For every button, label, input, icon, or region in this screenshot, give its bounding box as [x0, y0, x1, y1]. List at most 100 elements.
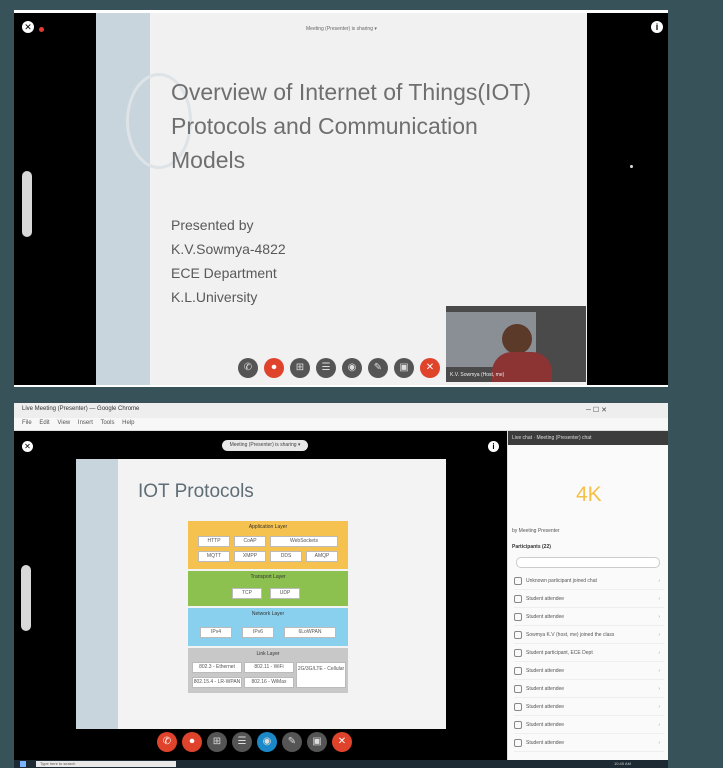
chevron-right-icon: › — [658, 722, 660, 728]
phone-icon[interactable]: ✆ — [238, 358, 258, 378]
person-head — [502, 324, 532, 354]
phone-icon[interactable]: ✆ — [157, 732, 177, 752]
list-item[interactable]: Unknown participant joined chat › — [514, 573, 664, 590]
presentation-screen: ✕ i Overview of Internet of Things(IOT) … — [14, 13, 668, 385]
user-icon — [514, 702, 522, 711]
application-layer: Application Layer HTTP CoAP WebSockets M… — [188, 521, 348, 569]
list-item-label: Student attendee — [526, 686, 565, 692]
screenshot-panel-top: ✕ i Overview of Internet of Things(IOT) … — [14, 10, 668, 387]
protocol-chip: 802.11 - WiFi — [244, 662, 294, 673]
user-icon — [514, 720, 522, 729]
slide-side-band — [76, 459, 118, 729]
chevron-right-icon: › — [658, 650, 660, 656]
list-item-label: Student attendee — [526, 596, 565, 602]
presenter-name: K.V.Sowmya-4822 — [171, 241, 286, 257]
end-call-icon[interactable]: ✕ — [332, 732, 352, 752]
list-item-label: Student attendee — [526, 740, 565, 746]
info-icon[interactable]: i — [651, 21, 663, 33]
menu-icon[interactable]: ☰ — [316, 358, 336, 378]
slide-title-line: Protocols and Communication — [171, 113, 478, 139]
chat-sidebar: Live chat · Meeting (Presenter) chat 4K … — [507, 431, 668, 760]
pen-icon[interactable]: ✎ — [368, 358, 388, 378]
link-layer: Link Layer 802.3 - Ethernet 802.11 - WiF… — [188, 648, 348, 693]
screen-icon[interactable]: ▣ — [307, 732, 327, 752]
list-item[interactable]: Student attendee › — [514, 735, 664, 752]
protocol-chip: DDS — [270, 551, 302, 562]
windows-start-icon[interactable] — [20, 761, 26, 767]
list-item[interactable]: Student attendee › — [514, 591, 664, 608]
chevron-right-icon: › — [658, 740, 660, 746]
protocol-chip: MQTT — [198, 551, 230, 562]
chevron-right-icon: › — [658, 668, 660, 674]
slide: IOT Protocols Application Layer HTTP CoA… — [76, 459, 446, 729]
chevron-right-icon: › — [658, 632, 660, 638]
grid-icon[interactable]: ⊞ — [207, 732, 227, 752]
menu-icon[interactable]: ☰ — [232, 732, 252, 752]
slide-title: IOT Protocols — [138, 481, 254, 502]
camera-icon[interactable]: ◉ — [342, 358, 362, 378]
taskbar-search-input[interactable]: Type here to search — [36, 761, 176, 767]
close-icon[interactable]: ✕ — [22, 21, 34, 33]
protocol-chip: CoAP — [234, 536, 266, 547]
protocol-chip: HTTP — [198, 536, 230, 547]
list-item[interactable]: Student attendee › — [514, 717, 664, 734]
participant-search-input[interactable] — [516, 557, 660, 568]
list-item[interactable]: Student attendee › — [514, 681, 664, 698]
info-icon[interactable]: i — [488, 441, 499, 452]
user-icon — [514, 594, 522, 603]
presenter-video-tile[interactable]: K.V. Sowmya (Host, me) — [446, 306, 586, 382]
record-icon[interactable]: ⏺ — [264, 358, 284, 378]
quality-badge: 4K — [576, 483, 602, 506]
system-clock: 10:45 AM — [614, 761, 631, 766]
chevron-right-icon: › — [658, 578, 660, 584]
window-controls[interactable]: ─ ☐ ✕ — [586, 406, 607, 414]
protocol-chip: 6LoWPAN — [284, 627, 336, 638]
chevron-right-icon: › — [658, 686, 660, 692]
record-icon[interactable]: ⏺ — [182, 732, 202, 752]
menu-items[interactable]: File Edit View Insert Tools Help — [22, 420, 134, 426]
list-item[interactable]: Student attendee › — [514, 609, 664, 626]
chevron-right-icon: › — [658, 596, 660, 602]
list-item-label: Sowmya K.V (host, me) joined the class — [526, 632, 615, 638]
network-layer: Network Layer IPv4 IPv6 6LoWPAN — [188, 608, 348, 646]
transport-layer: Transport Layer TCP UDP — [188, 571, 348, 606]
menu-bar: File Edit View Insert Tools Help — [14, 418, 668, 431]
slide-title: Overview of Internet of Things(IOT) Prot… — [171, 75, 571, 177]
protocol-stack-diagram: Application Layer HTTP CoAP WebSockets M… — [188, 521, 348, 693]
screen-icon[interactable]: ▣ — [394, 358, 414, 378]
slide-title-line: Overview of Internet of Things(IOT) — [171, 79, 532, 105]
list-item-label: Student attendee — [526, 668, 565, 674]
recording-indicator-icon — [39, 27, 44, 32]
list-item-label: Student participant, ECE Dept — [526, 650, 593, 656]
university: K.L.University — [171, 289, 258, 305]
window-title: Live Meeting (Presenter) — Google Chrome — [22, 406, 140, 412]
camera-icon[interactable]: ◉ — [257, 732, 277, 752]
presentation-screen: ✕ Meeting (Presenter) is sharing ▾ i IOT… — [14, 431, 507, 760]
pen-icon[interactable]: ✎ — [282, 732, 302, 752]
layer-label: Link Layer — [256, 651, 280, 657]
list-item[interactable]: Student participant, ECE Dept › — [514, 645, 664, 662]
list-item[interactable]: Student attendee › — [514, 699, 664, 716]
list-item[interactable]: Student attendee › — [514, 663, 664, 680]
chevron-right-icon: › — [658, 704, 660, 710]
grid-icon[interactable]: ⊞ — [290, 358, 310, 378]
video-label: K.V. Sowmya (Host, me) — [450, 372, 505, 378]
side-toolbar[interactable] — [22, 171, 32, 237]
list-item-label: Student attendee — [526, 614, 565, 620]
list-item[interactable]: Sowmya K.V (host, me) joined the class › — [514, 627, 664, 644]
list-item-label: Student attendee — [526, 722, 565, 728]
close-icon[interactable]: ✕ — [22, 441, 33, 452]
protocol-chip: AMQP — [306, 551, 338, 562]
cursor-dot — [630, 165, 633, 168]
user-icon — [514, 684, 522, 693]
end-call-icon[interactable]: ✕ — [420, 358, 440, 378]
protocol-chip: 802.3 - Ethernet — [192, 662, 242, 673]
sharing-caption[interactable]: Meeting (Presenter) is sharing ▾ — [222, 440, 308, 451]
side-toolbar[interactable] — [21, 565, 31, 631]
sharing-caption: Meeting (Presenter) is sharing ▾ — [306, 26, 377, 32]
list-item-label: Unknown participant joined chat — [526, 578, 597, 584]
window-titlebar: Live Meeting (Presenter) — Google Chrome… — [14, 403, 668, 418]
user-icon — [514, 612, 522, 621]
user-icon — [514, 738, 522, 747]
meeting-controls: ✆ ⏺ ⊞ ☰ ◉ ✎ ▣ ✕ — [157, 731, 357, 752]
